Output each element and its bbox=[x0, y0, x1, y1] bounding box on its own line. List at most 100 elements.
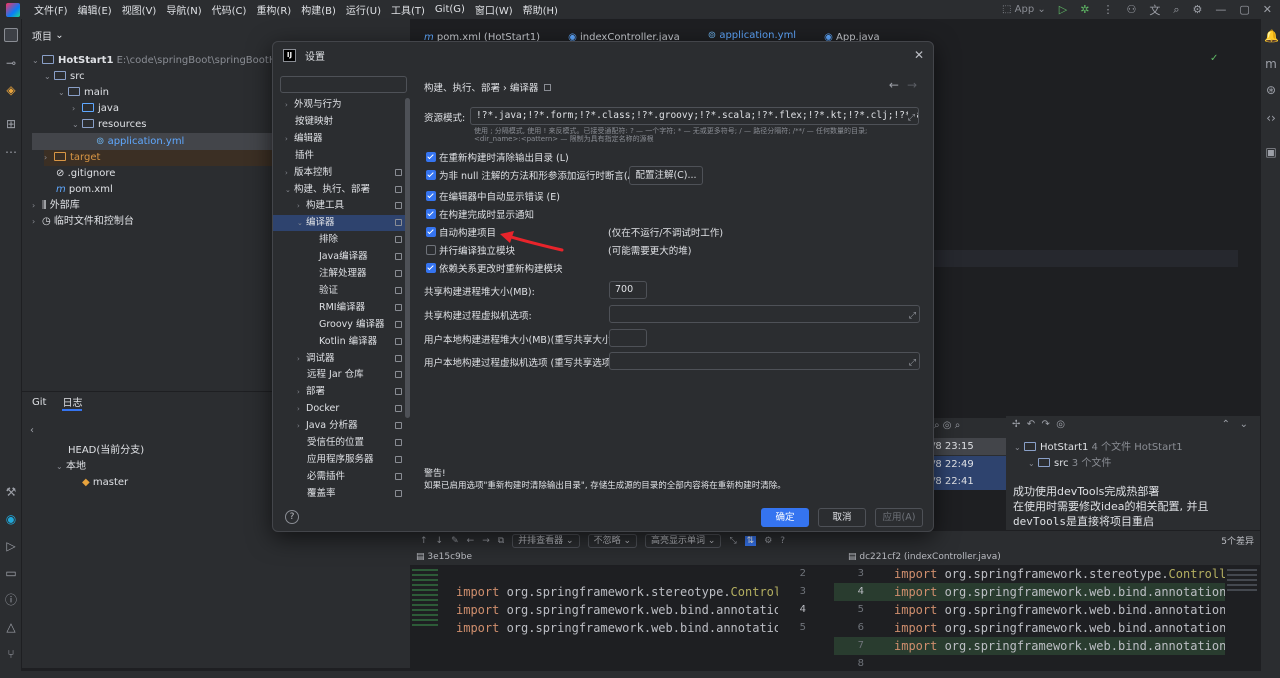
nav-item[interactable]: › 构建工具 bbox=[273, 198, 405, 214]
git-local-group[interactable]: ⌄ 本地 bbox=[56, 459, 86, 475]
nav-item[interactable]: › 调试器 bbox=[273, 351, 405, 367]
expand-field-icon[interactable]: ⤢ bbox=[907, 110, 915, 124]
nav-item[interactable]: › 外观与行为 bbox=[273, 97, 405, 113]
git-head-branch[interactable]: HEAD(当前分支) bbox=[68, 443, 144, 459]
nav-item[interactable]: 注解处理器 bbox=[273, 266, 405, 282]
nav-item[interactable]: 远程 Jar 仓库 bbox=[273, 367, 405, 383]
help-button[interactable]: ? bbox=[285, 510, 299, 524]
menu-view[interactable]: 视图(V) bbox=[117, 2, 162, 17]
changes-src[interactable]: ⌄ src 3 个文件 bbox=[1028, 456, 1111, 472]
resource-patterns-input[interactable]: !?*.java;!?*.form;!?*.class;!?*.groovy;!… bbox=[470, 107, 919, 125]
menu-file[interactable]: 文件(F) bbox=[29, 2, 73, 17]
diff-left-pane[interactable]: import org.springframework.stereotype.Co… bbox=[410, 565, 803, 671]
settings-search-input[interactable] bbox=[280, 76, 407, 93]
tree-src[interactable]: ⌄ src bbox=[44, 69, 85, 85]
collapse-unchanged-icon[interactable]: ⤡ bbox=[729, 536, 736, 546]
eye-icon[interactable]: ◎ bbox=[943, 420, 952, 431]
nav-item[interactable]: › 版本控制 bbox=[273, 165, 405, 181]
nav-item[interactable]: › Docker bbox=[273, 401, 405, 417]
commit-tool-icon[interactable]: ⊸ bbox=[4, 56, 18, 70]
back-icon[interactable]: ← bbox=[467, 536, 475, 546]
commit-row[interactable]: /8 22:49 bbox=[930, 456, 1006, 473]
collapse-icon[interactable]: ‹ bbox=[30, 425, 34, 436]
close-icon[interactable]: ✕ bbox=[911, 47, 927, 63]
nav-item[interactable]: 覆盖率 bbox=[273, 486, 405, 502]
forward-icon[interactable]: → bbox=[482, 536, 490, 546]
viewer-select[interactable]: 并排查看器 ⌄ bbox=[512, 533, 580, 548]
project-tool-icon[interactable] bbox=[4, 28, 18, 42]
auto-build-checkbox[interactable] bbox=[426, 227, 436, 237]
tree-resources[interactable]: ⌄ resources bbox=[72, 117, 146, 133]
translate-icon[interactable]: 文 bbox=[1149, 2, 1160, 18]
search-icon[interactable]: ⌕ bbox=[934, 420, 940, 431]
user-vm-options-input[interactable]: ⤢ bbox=[609, 352, 920, 370]
more-actions-icon[interactable]: ⋮ bbox=[1102, 3, 1113, 16]
tree-scratches[interactable]: › ◷ 临时文件和控制台 bbox=[32, 214, 134, 230]
maven-m-icon[interactable]: m bbox=[1264, 57, 1278, 71]
run-config-selector[interactable]: ⬚ App ⌄ bbox=[1002, 4, 1046, 15]
tree-java[interactable]: › java bbox=[72, 101, 119, 117]
nav-item[interactable]: 插件 bbox=[273, 148, 405, 164]
structure-tool-icon[interactable]: ⊞ bbox=[4, 117, 18, 131]
auto-show-errors-checkbox[interactable] bbox=[426, 191, 436, 201]
shared-heap-input[interactable]: 700 bbox=[609, 281, 647, 299]
commit-row[interactable]: /8 22:41 bbox=[930, 473, 1006, 490]
cancel-button[interactable]: 取消 bbox=[818, 508, 866, 527]
nav-item[interactable]: ⌄ 构建、执行、部署 bbox=[273, 182, 405, 198]
inspection-ok-icon[interactable]: ✓ bbox=[1210, 53, 1218, 64]
configure-annotations-button[interactable]: 配置注解(C)... bbox=[629, 166, 703, 185]
nav-item[interactable]: › Java 分析器 bbox=[273, 418, 405, 434]
vue-tool-icon[interactable]: ◉ bbox=[4, 512, 18, 526]
rebuild-deps-checkbox[interactable] bbox=[426, 263, 436, 273]
whitespace-select[interactable]: 不忽略 ⌄ bbox=[587, 533, 638, 548]
nav-scrollbar[interactable] bbox=[405, 98, 410, 418]
next-diff-icon[interactable]: ↓ bbox=[436, 536, 444, 546]
menu-tools[interactable]: 工具(T) bbox=[386, 2, 430, 17]
build-tool-icon[interactable]: ⚒ bbox=[4, 485, 18, 499]
parallel-compile-checkbox[interactable] bbox=[426, 245, 436, 255]
apply-button[interactable]: 应用(A) bbox=[875, 508, 923, 527]
commit-row[interactable]: /8 23:15 bbox=[930, 438, 1006, 455]
nav-item[interactable]: ⌄ 编译器 bbox=[273, 215, 405, 232]
build-notify-checkbox[interactable] bbox=[426, 209, 436, 219]
search-everywhere-icon[interactable]: ⌕ bbox=[1173, 3, 1179, 17]
tree-gitignore[interactable]: ⊘ .gitignore bbox=[56, 166, 115, 182]
tree-application-yml[interactable]: ⊚ application.yml bbox=[96, 134, 184, 150]
run-icon[interactable]: ▷ bbox=[1059, 3, 1067, 16]
expand-field-icon[interactable]: ⤢ bbox=[909, 355, 916, 369]
nav-item[interactable]: 按键映射 bbox=[273, 114, 405, 130]
expand-field-icon[interactable]: ⤢ bbox=[909, 308, 916, 322]
ok-button[interactable]: 确定 bbox=[761, 508, 809, 527]
edit-icon[interactable]: ✎ bbox=[451, 536, 459, 546]
tree-external-libs[interactable]: › ⫼ 外部库 bbox=[32, 198, 80, 214]
help-icon[interactable]: ? bbox=[780, 536, 785, 546]
tab-git[interactable]: Git bbox=[32, 397, 46, 408]
highlight-select[interactable]: 高亮显示单词 ⌄ bbox=[645, 533, 722, 548]
not-null-assertions-checkbox[interactable] bbox=[426, 170, 436, 180]
tree-main[interactable]: ⌄ main bbox=[58, 85, 109, 101]
git-branch-master[interactable]: ◆ master bbox=[82, 475, 128, 491]
problems-tool-icon[interactable]: ⓘ bbox=[4, 593, 18, 607]
changes-root[interactable]: ⌄ HotStart1 4 个文件 HotStart1 bbox=[1014, 440, 1183, 456]
shared-vm-options-input[interactable]: ⤢ bbox=[609, 305, 920, 323]
filter-icon[interactable]: ⌕ bbox=[955, 420, 961, 431]
nav-item[interactable]: 排除 bbox=[273, 232, 405, 248]
menu-run[interactable]: 运行(U) bbox=[341, 2, 386, 17]
endpoints-icon[interactable]: ‹› bbox=[1264, 111, 1278, 125]
close-window-icon[interactable]: ✕ bbox=[1263, 3, 1272, 16]
nav-item[interactable]: 验证 bbox=[273, 283, 405, 299]
vcs-tool-icon[interactable]: ◈ bbox=[4, 83, 18, 97]
diff-settings-icon[interactable]: ⚙ bbox=[764, 536, 772, 546]
expand-all-icon[interactable]: ⌃ bbox=[1222, 419, 1230, 430]
menu-build[interactable]: 构建(B) bbox=[296, 2, 341, 17]
pin-icon[interactable]: ✢ bbox=[1012, 419, 1020, 430]
menu-git[interactable]: Git(G) bbox=[430, 4, 470, 15]
database-icon[interactable]: ▣ bbox=[1264, 145, 1278, 159]
forward-arrow-icon[interactable]: → bbox=[907, 78, 917, 92]
git-tool-icon[interactable]: ⑂ bbox=[4, 647, 18, 661]
nav-item[interactable]: › 编辑器 bbox=[273, 131, 405, 147]
user-heap-input[interactable] bbox=[609, 329, 647, 347]
copy-icon[interactable]: ⧉ bbox=[498, 536, 504, 546]
warning-tool-icon[interactable]: △ bbox=[4, 620, 18, 634]
add-user-icon[interactable]: ⚇ bbox=[1126, 3, 1136, 16]
